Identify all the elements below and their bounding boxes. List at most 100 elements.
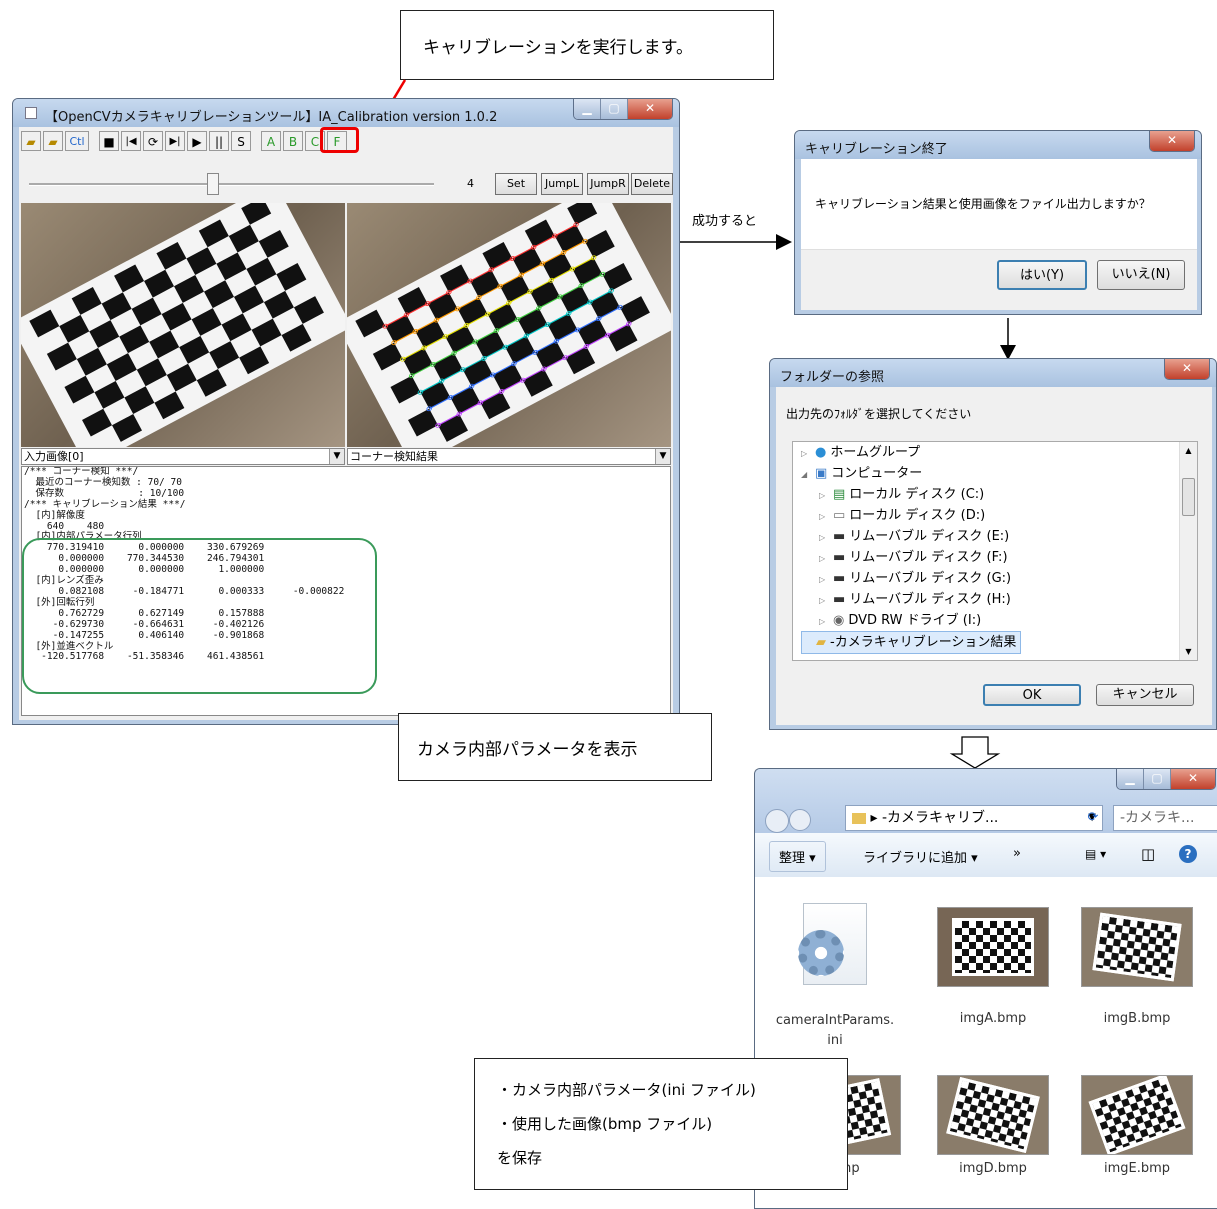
search-box[interactable]: -カメラキ... xyxy=(1113,805,1217,831)
organize-menu[interactable]: 整理 ▾ xyxy=(769,841,826,872)
callout-show-params-text: カメラ内部パラメータを表示 xyxy=(417,739,638,760)
maximize-icon[interactable]: ▢ xyxy=(1144,769,1171,789)
gear-icon xyxy=(798,930,844,976)
no-button[interactable]: いいえ(N) xyxy=(1097,260,1185,290)
close-icon[interactable]: ✕ xyxy=(1171,769,1215,789)
calibration-end-dialog: キャリブレーション終了 ✕ キャリブレーション結果と使用画像をファイル出力します… xyxy=(794,130,1202,315)
file-item[interactable]: imgA.bmp xyxy=(933,897,1053,1047)
play-button[interactable]: ▶ xyxy=(187,131,207,151)
folder-tree[interactable]: ▷ ● ホームグループ ◢ ▣ コンピューター ▷ ▤ ローカル ディスク (C:) ▷ ▭ ローカル… xyxy=(792,441,1198,661)
expand-arrow-icon[interactable]: ▷ xyxy=(819,590,833,611)
f-button-highlight xyxy=(320,127,359,153)
end-dialog-title: キャリブレーション終了 xyxy=(805,142,948,157)
help-icon[interactable]: ? xyxy=(1179,845,1197,863)
homegroup-icon: ● xyxy=(815,445,827,460)
main-client: ▰ ▰ Ctl ■ |◀ ⟳ ▶| ▶ || S A B C F 4 Set J… xyxy=(19,127,673,720)
jumpr-button[interactable]: JumpR xyxy=(587,173,629,195)
tree-item[interactable]: ▷ ▬ リムーバブル ディスク (G:) xyxy=(819,568,1011,589)
expand-arrow-icon[interactable]: ▷ xyxy=(819,611,833,632)
tree-item[interactable]: ▰ -カメラキャリブレーション結果 xyxy=(801,631,1022,654)
folder-dialog-prompt: 出力先のﾌｫﾙﾀﾞを選択してください xyxy=(786,407,972,421)
scroll-up-icon[interactable]: ▲ xyxy=(1180,442,1197,459)
s-button[interactable]: S xyxy=(231,131,251,151)
set-button[interactable]: Set xyxy=(495,173,537,195)
file-item[interactable]: imgB.bmp xyxy=(1077,897,1197,1047)
add-library-menu[interactable]: ライブラリに追加 ▾ xyxy=(863,847,978,866)
folder-dialog-title: フォルダーの参照 xyxy=(780,370,885,385)
jumpl-button[interactable]: JumpL xyxy=(541,173,583,195)
corner-result-pane xyxy=(347,203,671,447)
cancel-button[interactable]: キャンセル xyxy=(1096,684,1194,706)
drive-icon: ▤ xyxy=(833,487,846,502)
chevron-down-icon[interactable]: ▼ xyxy=(655,449,670,464)
ok-button[interactable]: OK xyxy=(983,684,1081,706)
b-button[interactable]: B xyxy=(283,131,303,151)
close-icon[interactable]: ✕ xyxy=(628,99,672,119)
tree-item[interactable]: ▷ ▭ ローカル ディスク (D:) xyxy=(819,505,985,526)
expand-arrow-icon[interactable]: ▷ xyxy=(819,527,833,548)
loop-button[interactable]: ⟳ xyxy=(143,131,163,151)
frame-slider[interactable] xyxy=(29,173,434,195)
a-button[interactable]: A xyxy=(261,131,281,151)
ctl-button[interactable]: Ctl xyxy=(65,131,89,151)
tree-item[interactable]: ▷ ▬ リムーバブル ディスク (F:) xyxy=(819,547,1008,568)
computer-icon: ▣ xyxy=(815,466,828,481)
expand-arrow-icon[interactable]: ◢ xyxy=(801,464,815,485)
slider-thumb[interactable] xyxy=(206,173,219,195)
expand-arrow-icon[interactable]: ▷ xyxy=(819,548,833,569)
refresh-icon[interactable]: ⟳ xyxy=(1081,807,1105,829)
expand-arrow-icon[interactable]: ▷ xyxy=(819,485,833,506)
tree-item[interactable]: ▷ ▬ リムーバブル ディスク (E:) xyxy=(819,526,1009,547)
open-folder-icon[interactable]: ▰ xyxy=(21,131,41,151)
tree-item-label: リムーバブル ディスク (H:) xyxy=(849,592,1011,607)
last-frame-button[interactable]: ▶| xyxy=(165,131,185,151)
tree-item[interactable]: ▷ ● ホームグループ xyxy=(801,442,920,463)
imgD-thumbnail xyxy=(937,1075,1049,1155)
expand-arrow-icon[interactable]: ▷ xyxy=(801,443,815,464)
tree-item[interactable]: ◢ ▣ コンピューター xyxy=(801,463,922,484)
expand-arrow-icon[interactable]: ▷ xyxy=(819,569,833,590)
folder-icon: ▰ xyxy=(816,635,826,650)
scroll-down-icon[interactable]: ▼ xyxy=(1180,643,1197,660)
main-window-controls: ▁ ▢ ✕ xyxy=(573,99,673,120)
close-icon[interactable]: ✕ xyxy=(1165,359,1209,379)
view-icon[interactable]: ▤ ▾ xyxy=(1085,847,1106,861)
tree-item-label: リムーバブル ディスク (E:) xyxy=(849,529,1010,544)
file-name: imgA.bmp xyxy=(959,1011,1027,1026)
forward-icon[interactable] xyxy=(789,809,811,831)
file-item[interactable]: cameraIntParams.ini xyxy=(775,897,895,1048)
breadcrumb[interactable]: -カメラキャリブ... xyxy=(882,810,998,826)
first-frame-button[interactable]: |◀ xyxy=(121,131,141,151)
file-name: imgE.bmp xyxy=(1103,1161,1171,1176)
chevron-down-icon[interactable]: ▼ xyxy=(329,449,344,464)
input-image-combo[interactable]: 入力画像[0] ▼ xyxy=(21,448,345,465)
callout-save: ・カメラ内部パラメータ(ini ファイル) ・使用した画像(bmp ファイル) … xyxy=(474,1058,848,1190)
preview-pane-icon[interactable]: ◫ xyxy=(1141,845,1155,863)
scroll-thumb[interactable] xyxy=(1182,478,1195,516)
file-name: imgD.bmp xyxy=(959,1161,1027,1176)
folder-dialog-body: 出力先のﾌｫﾙﾀﾞを選択してください ▷ ● ホームグループ ◢ ▣ コンピューター ▷ ▤ ロ… xyxy=(776,387,1212,725)
stop-button[interactable]: ■ xyxy=(99,131,119,151)
tree-item[interactable]: ▷ ◉ DVD RW ドライブ (I:) xyxy=(819,610,981,631)
minimize-icon[interactable]: ▁ xyxy=(1117,769,1144,789)
maximize-icon[interactable]: ▢ xyxy=(601,99,628,119)
back-icon[interactable] xyxy=(765,809,789,833)
expand-arrow-icon[interactable]: ▷ xyxy=(819,506,833,527)
more-menu[interactable]: » xyxy=(1013,846,1021,861)
folder-dialog-controls: ✕ xyxy=(1164,359,1210,380)
tree-item-label: リムーバブル ディスク (F:) xyxy=(849,550,1008,565)
tree-item[interactable]: ▷ ▬ リムーバブル ディスク (H:) xyxy=(819,589,1011,610)
minimize-icon[interactable]: ▁ xyxy=(574,99,601,119)
tree-scrollbar[interactable]: ▲ ▼ xyxy=(1179,442,1197,660)
open-folder-2-icon[interactable]: ▰ xyxy=(43,131,63,151)
delete-button[interactable]: Delete xyxy=(631,173,673,195)
yes-button[interactable]: はい(Y) xyxy=(997,260,1087,290)
tree-item[interactable]: ▷ ▤ ローカル ディスク (C:) xyxy=(819,484,984,505)
main-titlebar: 【OpenCVカメラキャリブレーションツール】IA_Calibration ve… xyxy=(13,99,679,127)
address-bar[interactable]: ▸ -カメラキャリブ... ▼ xyxy=(845,805,1103,831)
close-icon[interactable]: ✕ xyxy=(1150,131,1194,151)
pause-button[interactable]: || xyxy=(209,131,229,151)
file-item[interactable]: imgD.bmp xyxy=(933,1055,1053,1205)
corner-result-combo[interactable]: コーナー検知結果 ▼ xyxy=(347,448,671,465)
file-item[interactable]: imgE.bmp xyxy=(1077,1055,1197,1205)
